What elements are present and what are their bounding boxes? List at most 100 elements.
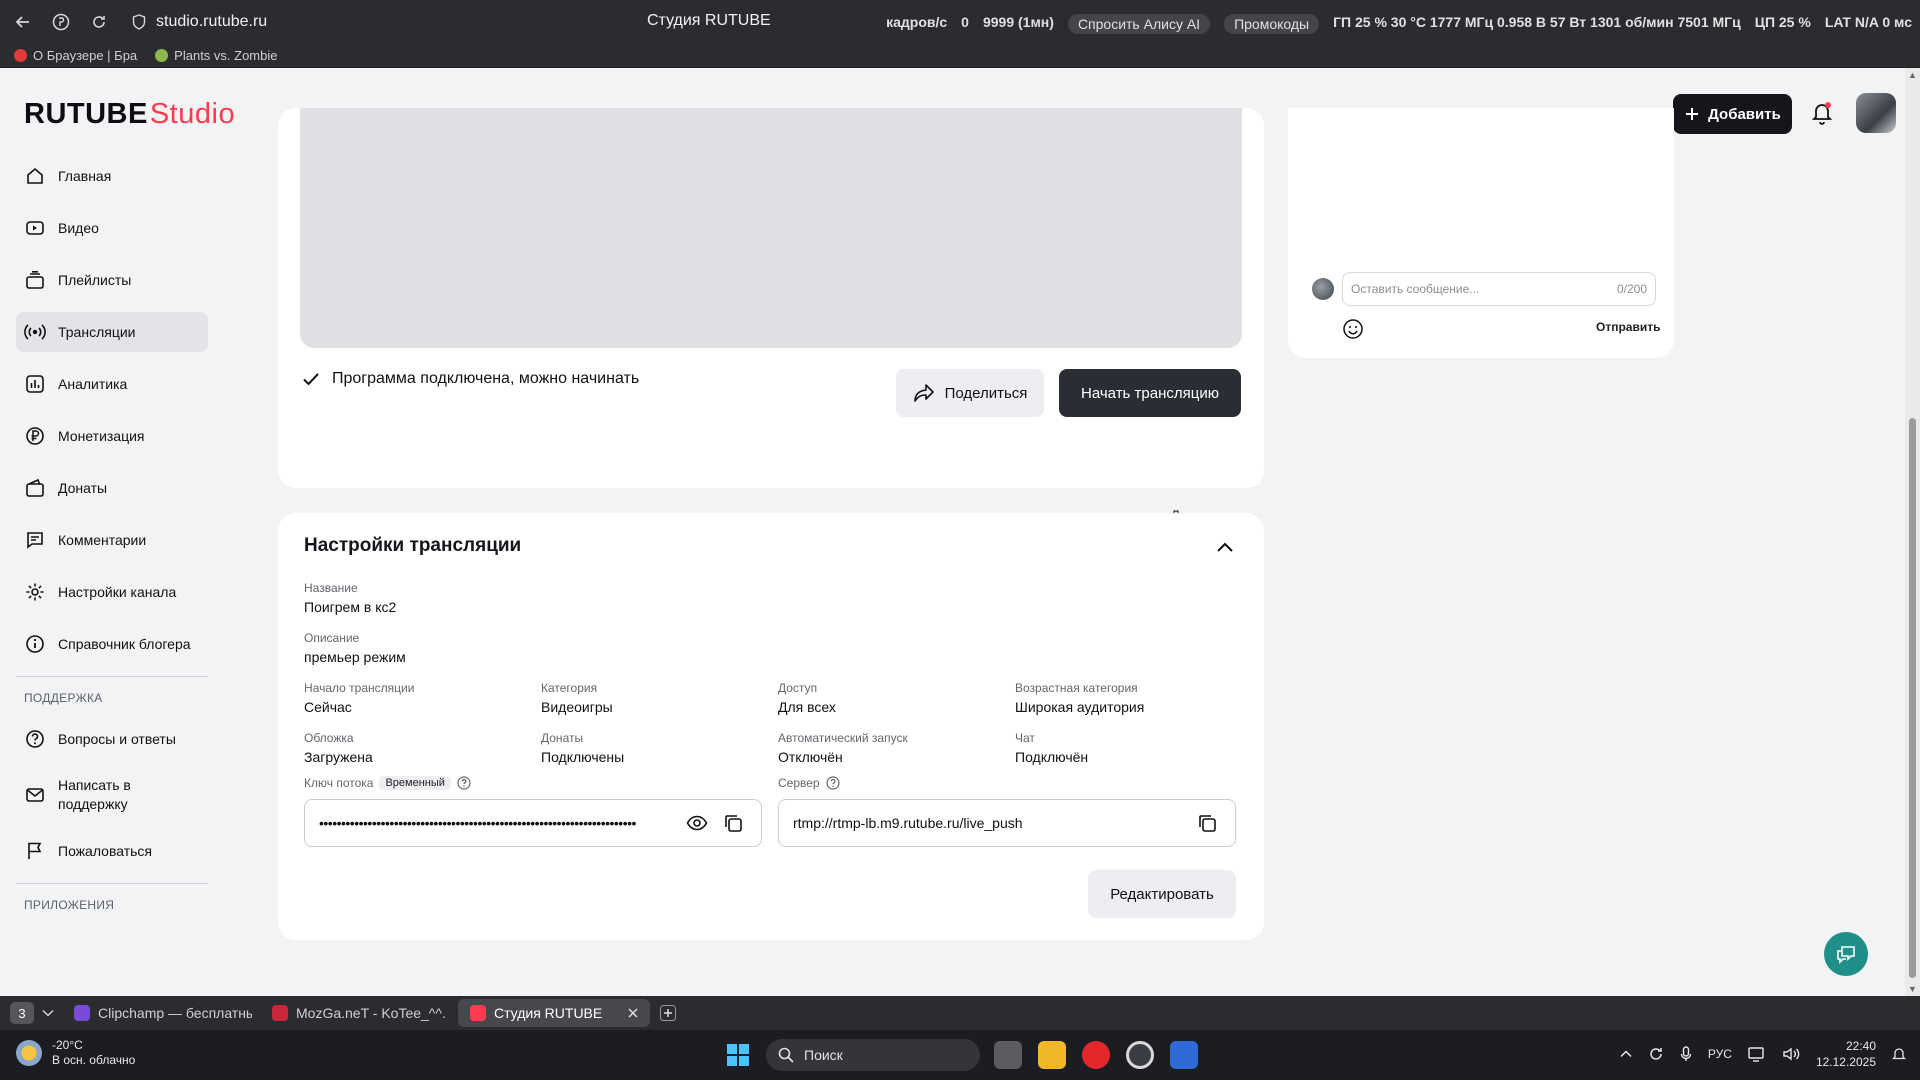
alice-button[interactable]: Спросить Алису AI [1067, 14, 1211, 34]
file-explorer-icon[interactable] [1038, 1041, 1066, 1069]
page-scrollbar[interactable]: ▲ ▼ [1905, 68, 1920, 996]
start-stream-button[interactable]: Начать трансляцию [1059, 369, 1241, 417]
bookmark-about-browser[interactable]: О Браузере | Бра [14, 48, 137, 63]
field-label: Ключ потока Временный [304, 776, 471, 790]
new-tab-plus-icon[interactable] [660, 1005, 677, 1021]
sidebar-item-monetization[interactable]: Монетизация [16, 416, 208, 456]
wallet-icon [24, 477, 46, 499]
sidebar-item-label: Комментарии [58, 532, 147, 548]
notification-icon[interactable] [1892, 1046, 1906, 1062]
edit-button[interactable]: Редактировать [1088, 870, 1236, 918]
sidebar-item-label: Видео [58, 220, 99, 236]
back-arrow-icon[interactable] [8, 7, 38, 37]
browser-tab-mozganet[interactable]: MozGa.neT - KoTee_^^. Cr [260, 999, 450, 1027]
autostart-field: Автоматический запуск Отключён [778, 731, 908, 765]
weather-widget[interactable]: -20°C В осн. облачно [16, 1038, 135, 1068]
field-value: Поигрем в кс2 [304, 599, 397, 615]
close-icon[interactable] [628, 1008, 638, 1018]
tab-count-badge[interactable]: 3 [10, 1002, 34, 1024]
copy-icon[interactable] [719, 809, 747, 837]
sidebar-item-analytics[interactable]: Аналитика [16, 364, 208, 404]
bookmark-plants-vs-zombies[interactable]: Plants vs. Zombie [155, 48, 278, 63]
scroll-up-arrow-icon[interactable]: ▲ [1908, 70, 1917, 80]
status-text: Программа подключена, можно начинать [332, 370, 640, 387]
browser-tab-rutube-studio[interactable]: Студия RUTUBE [458, 999, 651, 1027]
help-icon[interactable] [457, 776, 471, 790]
search-label: Поиск [804, 1047, 843, 1063]
add-button[interactable]: Добавить [1673, 94, 1792, 134]
field-value: Загружена [304, 749, 373, 765]
field-value: Широкая аудитория [1015, 699, 1145, 715]
sidebar-item-channel-settings[interactable]: Настройки канала [16, 572, 208, 612]
browser-tab-clipchamp[interactable]: Clipchamp — бесплатный [62, 999, 252, 1027]
sidebar-item-label: Вопросы и ответы [58, 731, 176, 747]
clock[interactable]: 22:40 12.12.2025 [1816, 1038, 1876, 1070]
plus-icon [1684, 106, 1700, 122]
share-button[interactable]: Поделиться [896, 369, 1044, 417]
chevron-up-icon[interactable] [1620, 1050, 1632, 1058]
sidebar-item-video[interactable]: Видео [16, 208, 208, 248]
home-icon [24, 165, 46, 187]
eye-icon[interactable] [683, 809, 711, 837]
network-icon[interactable] [1748, 1046, 1766, 1062]
obs-icon[interactable] [1126, 1041, 1154, 1069]
sidebar-item-label: Написать в поддержку [58, 777, 131, 812]
sidebar-item-faq[interactable]: Вопросы и ответы [16, 719, 208, 759]
task-view-icon[interactable] [994, 1041, 1022, 1069]
fps-label: кадров/с [886, 14, 948, 30]
volume-icon[interactable] [1782, 1046, 1800, 1062]
field-label: Сервер [778, 776, 840, 790]
help-icon[interactable] [826, 776, 840, 790]
stream-key-field[interactable]: ••••••••••••••••••••••••••••••••••••••••… [304, 799, 762, 847]
logo-sub: Studio [149, 98, 236, 130]
language-indicator[interactable]: РУС [1708, 1047, 1732, 1061]
chevron-down-icon[interactable] [42, 1009, 54, 1017]
sidebar-item-report[interactable]: Пожаловаться [16, 831, 208, 871]
temporary-badge: Временный [379, 776, 451, 790]
stream-key-label: Ключ потока [304, 776, 374, 790]
scrollbar-thumb[interactable] [1909, 418, 1916, 978]
chat-message-input[interactable]: Оставить сообщение... 0/200 [1342, 272, 1656, 306]
copy-icon[interactable] [1193, 809, 1221, 837]
windows-start-icon[interactable] [726, 1043, 750, 1067]
settings-title: Настройки трансляции [304, 535, 522, 556]
sidebar-item-donations[interactable]: Донаты [16, 468, 208, 508]
app-icon[interactable] [1170, 1041, 1198, 1069]
emoji-icon[interactable] [1342, 318, 1364, 340]
yandex-browser-icon[interactable] [1082, 1041, 1110, 1069]
scroll-down-arrow-icon[interactable]: ▼ [1908, 984, 1917, 994]
sidebar-item-blogger-guide[interactable]: Справочник блогера [16, 624, 208, 664]
avatar[interactable] [1856, 93, 1896, 133]
stream-key-label-row: Ключ потока Временный [304, 776, 471, 794]
sidebar-item-playlists[interactable]: Плейлисты [16, 260, 208, 300]
playlist-icon [24, 269, 46, 291]
sidebar-item-comments[interactable]: Комментарии [16, 520, 208, 560]
sidebar-item-home[interactable]: Главная [16, 156, 208, 196]
address-bar[interactable]: studio.rutube.ru [132, 13, 267, 31]
server-url-field[interactable]: rtmp://rtmp-lb.m9.rutube.ru/live_push [778, 799, 1236, 847]
rutube-studio-logo[interactable]: RUTUBE Studio [24, 98, 235, 131]
clipchamp-favicon-icon [74, 1005, 90, 1021]
chevron-up-icon[interactable] [1216, 541, 1234, 553]
server-label-row: Сервер [778, 776, 840, 794]
logo-main: RUTUBE [24, 98, 148, 130]
sidebar-item-streams[interactable]: Трансляции [16, 312, 208, 352]
age-rating-field: Возрастная категория Широкая аудитория [1015, 681, 1144, 715]
sidebar-item-label: Трансляции [58, 324, 136, 340]
promo-button[interactable]: Промокоды [1224, 14, 1320, 34]
microphone-icon[interactable] [1680, 1046, 1692, 1062]
yandex-icon[interactable] [46, 7, 76, 37]
clock-date: 12.12.2025 [1815, 1055, 1876, 1069]
flag-icon [24, 840, 46, 862]
sync-icon[interactable] [1648, 1046, 1664, 1062]
send-button[interactable]: Отправить [1596, 320, 1660, 334]
taskbar-search[interactable]: Поиск [766, 1039, 980, 1071]
support-chat-button[interactable] [1824, 932, 1868, 976]
sidebar-item-contact-support[interactable]: Написать в поддержку [16, 771, 208, 819]
windows-taskbar: -20°C В осн. облачно Поиск РУС 22:40 12.… [0, 1030, 1920, 1080]
bell-icon[interactable] [1810, 100, 1834, 126]
stream-preview-card: Программа подключена, можно начинать Под… [278, 108, 1264, 488]
reload-icon[interactable] [84, 7, 114, 37]
weather-desc: В осн. облачно [52, 1053, 136, 1067]
field-value: Подключён [1015, 749, 1089, 765]
